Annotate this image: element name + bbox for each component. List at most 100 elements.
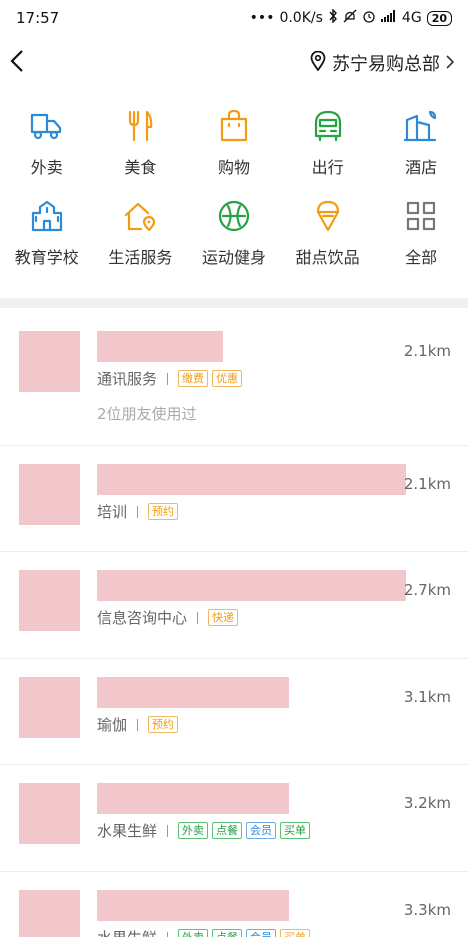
place-row[interactable]: 2.7km 信息咨询中心 快递 (0, 552, 468, 659)
place-name-redacted (97, 570, 406, 601)
category-label: 美食 (124, 158, 157, 177)
sport-icon (216, 198, 252, 234)
meta-separator (137, 718, 139, 731)
category-grid: 外卖 美食 购物 出行 酒店教育学校 生活服务 运动健身 甜点饮品 全部 (0, 108, 468, 268)
service-tag: 买单 (280, 929, 311, 937)
home-service-icon (122, 198, 158, 234)
nav-bar: 苏宁易购总部 (0, 40, 468, 86)
place-thumbnail (19, 890, 80, 937)
category-item[interactable]: 生活服务 (94, 198, 188, 268)
delivery-icon (29, 108, 65, 144)
service-tag: 快递 (208, 609, 239, 626)
place-category: 水果生鲜 (97, 822, 158, 840)
friends-used-note: 2位朋友使用过 (97, 405, 197, 423)
place-name-redacted (97, 464, 406, 495)
shopping-bag-icon (216, 108, 252, 144)
place-thumbnail (19, 331, 80, 392)
mute-icon (343, 9, 357, 27)
category-label: 出行 (311, 158, 344, 177)
place-thumbnail (19, 464, 80, 525)
service-tag: 外卖 (178, 822, 209, 839)
location-label: 苏宁易购总部 (332, 54, 440, 75)
place-distance: 3.3km (403, 901, 451, 919)
service-tag: 外卖 (178, 929, 209, 937)
place-meta: 通讯服务 缴费 优惠 (97, 368, 246, 389)
place-row[interactable]: 3.2km 水果生鲜 外卖 点餐 会员 买单 (0, 765, 468, 872)
service-tag: 点餐 (212, 822, 243, 839)
service-tag: 预约 (148, 503, 179, 520)
category-label: 外卖 (30, 158, 63, 177)
category-label: 甜点饮品 (295, 248, 360, 267)
chevron-left-icon (10, 49, 24, 77)
place-name-redacted (97, 890, 289, 921)
category-item[interactable]: 酒店 (374, 108, 468, 178)
service-tag: 会员 (246, 929, 277, 937)
category-label: 生活服务 (108, 248, 173, 267)
place-distance: 2.1km (403, 342, 451, 360)
category-item[interactable]: 甜点饮品 (281, 198, 375, 268)
place-list: 2.1km 通讯服务 缴费 优惠 2位朋友使用过 2.1km 培训 预约 2.7km 信息咨询中心… (0, 308, 468, 937)
more-dots: ••• (249, 10, 275, 26)
category-item[interactable]: 教育学校 (0, 198, 94, 268)
service-tag: 会员 (246, 822, 277, 839)
category-item[interactable]: 购物 (187, 108, 281, 178)
place-row[interactable]: 3.1km 瑜伽 预约 (0, 659, 468, 765)
status-indicators: ••• 0.0K/s 4G 20 (249, 8, 452, 27)
meta-separator (167, 931, 169, 937)
place-thumbnail (19, 570, 80, 631)
bus-icon (310, 108, 346, 144)
category-label: 购物 (217, 158, 250, 177)
category-label: 教育学校 (14, 248, 79, 267)
category-label: 全部 (405, 248, 438, 267)
category-label: 运动健身 (201, 248, 266, 267)
place-category: 培训 (97, 503, 128, 521)
place-name-redacted (97, 783, 289, 814)
signal-icon (380, 10, 397, 26)
category-item[interactable]: 运动健身 (187, 198, 281, 268)
place-meta: 水果生鲜 外卖点餐会员买单 (97, 820, 314, 841)
bluetooth-icon (328, 8, 338, 27)
battery-indicator: 20 (426, 10, 452, 26)
fork-knife-icon (122, 108, 158, 144)
place-meta: 水果生鲜 外卖点餐会员买单 (97, 927, 314, 937)
status-time: 17:57 (16, 9, 60, 27)
service-tag: 缴费 (178, 370, 209, 387)
category-label: 酒店 (405, 158, 438, 177)
category-item[interactable]: 出行 (281, 108, 375, 178)
place-category: 瑜伽 (97, 716, 128, 734)
place-distance: 3.2km (403, 794, 451, 812)
place-row[interactable]: 2.1km 通讯服务 缴费 优惠 2位朋友使用过 (0, 308, 468, 446)
network-speed: 0.0K/s (279, 10, 323, 26)
meta-separator (167, 824, 169, 837)
place-meta: 瑜伽 预约 (97, 714, 182, 735)
network-type: 4G (401, 10, 422, 26)
back-button[interactable] (10, 45, 46, 81)
meta-separator (137, 505, 139, 518)
location-selector[interactable]: 苏宁易购总部 (310, 50, 455, 76)
place-thumbnail (19, 677, 80, 738)
ice-cream-icon (310, 198, 346, 234)
place-name-redacted (97, 677, 289, 708)
place-distance: 2.7km (403, 581, 451, 599)
category-item[interactable]: 美食 (94, 108, 188, 178)
service-tag: 点餐 (212, 929, 243, 937)
category-item[interactable]: 外卖 (0, 108, 94, 178)
category-item[interactable]: 全部 (374, 198, 468, 268)
place-row[interactable]: 3.3km 水果生鲜 外卖点餐会员买单 (0, 872, 468, 937)
place-category: 信息咨询中心 (97, 609, 188, 627)
grid-icon (403, 198, 439, 234)
place-thumbnail (19, 783, 80, 844)
school-icon (29, 198, 65, 234)
place-category: 水果生鲜 (97, 927, 157, 937)
service-tag: 预约 (148, 716, 179, 733)
chevron-right-icon (446, 53, 455, 74)
place-meta: 培训 预约 (97, 501, 182, 522)
meta-separator (197, 611, 199, 624)
place-name-redacted (97, 331, 223, 362)
place-row[interactable]: 2.1km 培训 预约 (0, 446, 468, 552)
section-divider (0, 298, 468, 308)
meta-separator (167, 372, 169, 385)
location-pin-icon (310, 50, 326, 76)
place-distance: 2.1km (403, 475, 451, 493)
alarm-icon (362, 9, 376, 27)
